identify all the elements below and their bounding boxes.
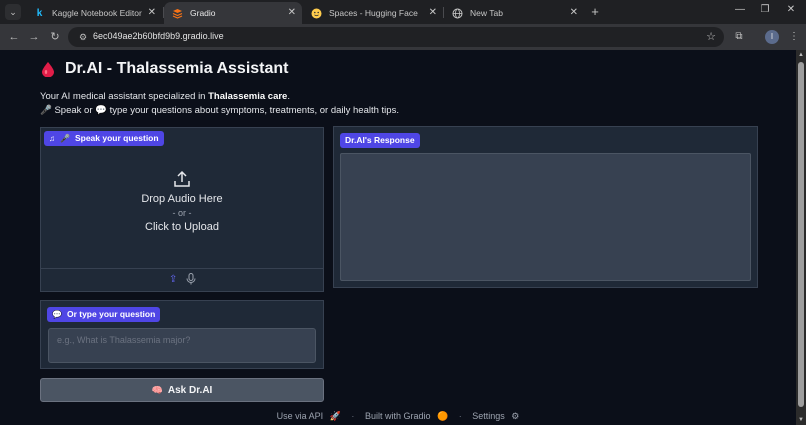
audio-source-bar: ⇪	[41, 268, 323, 292]
tab-kaggle[interactable]: k Kaggle Notebook Editor ✕	[26, 2, 162, 24]
blood-drop-icon	[42, 61, 54, 77]
browser-tab-bar: ⌄ k Kaggle Notebook Editor ✕ Gradio ✕ Sp…	[0, 0, 806, 24]
audio-input-panel: ♫ 🎤 Speak your question Drop Audio Here …	[40, 127, 324, 292]
use-via-api-link[interactable]: Use via API 🚀	[275, 411, 343, 421]
profile-avatar[interactable]: I	[765, 30, 779, 44]
description-bold: Thalassemia care	[208, 91, 288, 102]
app-title: Dr.AI - Thalassemia Assistant	[65, 60, 289, 77]
tab-title: Spaces - Hugging Face	[329, 8, 418, 18]
globe-icon	[452, 8, 463, 19]
page-title: Dr.AI - Thalassemia Assistant	[42, 60, 289, 78]
close-icon[interactable]: ✕	[288, 7, 296, 18]
forward-arrow-icon[interactable]: →	[26, 29, 42, 45]
speech-bubble-icon: 💬	[52, 310, 62, 319]
extensions-icon[interactable]: ⧉	[731, 29, 747, 45]
music-note-icon: ♫	[49, 134, 55, 143]
tab-title: New Tab	[470, 8, 503, 18]
gradio-icon	[172, 8, 183, 19]
description-line-2: 🎤 Speak or 💬 type your questions about s…	[40, 105, 399, 116]
gradio-page: Dr.AI - Thalassemia Assistant Your AI me…	[0, 50, 796, 425]
minimize-icon[interactable]: —	[732, 4, 748, 15]
scroll-down-arrow-icon[interactable]: ▼	[798, 417, 804, 423]
kaggle-k-icon: k	[36, 7, 43, 19]
click-to-upload-text: Click to Upload	[145, 221, 219, 233]
scroll-up-arrow-icon[interactable]: ▲	[798, 52, 804, 58]
drop-audio-text: Drop Audio Here	[141, 193, 223, 205]
question-input[interactable]	[48, 328, 316, 363]
text-input-label: 💬 Or type your question	[47, 307, 161, 322]
response-label: Dr.AI's Response	[340, 133, 420, 148]
tab-hugging-face[interactable]: Spaces - Hugging Face ✕	[303, 2, 443, 24]
brain-icon: 🧠	[151, 384, 163, 395]
built-with-gradio-link[interactable]: Built with Gradio 🟠	[363, 411, 450, 421]
close-icon[interactable]: ✕	[570, 7, 578, 18]
close-icon[interactable]: ✕	[148, 7, 156, 18]
tab-title: Kaggle Notebook Editor	[52, 8, 142, 18]
upload-source-icon[interactable]: ⇪	[169, 274, 177, 285]
or-text: - or -	[172, 208, 192, 218]
reload-icon[interactable]: ↻	[47, 29, 63, 45]
response-output[interactable]	[340, 153, 751, 281]
gradio-logo-icon: 🟠	[436, 411, 449, 421]
tab-gradio[interactable]: Gradio ✕	[164, 2, 302, 24]
rocket-icon: 🚀	[329, 411, 341, 421]
menu-kebab-icon[interactable]: ⋮	[786, 29, 802, 45]
back-arrow-icon[interactable]: ←	[6, 29, 22, 45]
restore-icon[interactable]: ❐	[757, 4, 773, 15]
text-input-panel: 💬 Or type your question	[40, 300, 324, 369]
settings-link[interactable]: Settings ⚙	[470, 411, 521, 421]
tab-search-icon[interactable]: ⌄	[5, 4, 21, 20]
microphone-icon: 🎤	[60, 134, 70, 143]
description-line-1: Your AI medical assistant specialized in…	[40, 91, 290, 102]
gear-icon: ⚙	[511, 411, 520, 421]
window-close-icon[interactable]: ✕	[783, 4, 799, 15]
response-panel: Dr.AI's Response	[333, 126, 758, 288]
close-icon[interactable]: ✕	[429, 7, 437, 18]
audio-drop-zone[interactable]: Drop Audio Here - or - Click to Upload	[41, 152, 323, 267]
url-text[interactable]: 6ec049ae2b60bfd9b9.gradio.live	[93, 31, 224, 41]
browser-toolbar: ← → ↻ ⚙ 6ec049ae2b60bfd9b9.gradio.live ☆…	[0, 24, 806, 50]
address-bar[interactable]: ⚙ 6ec049ae2b60bfd9b9.gradio.live ☆	[68, 27, 724, 47]
footer-separator: ·	[458, 411, 462, 421]
tab-title: Gradio	[190, 8, 216, 18]
upload-icon	[174, 170, 190, 187]
hugging-face-icon	[311, 8, 322, 19]
new-tab-plus-icon[interactable]: +	[588, 3, 602, 21]
bookmark-star-icon[interactable]: ☆	[706, 30, 716, 43]
audio-label: ♫ 🎤 Speak your question	[44, 131, 164, 146]
page-scrollbar[interactable]: ▲ ▼	[796, 50, 806, 425]
ask-button[interactable]: 🧠 Ask Dr.AI	[40, 378, 324, 402]
site-info-icon[interactable]: ⚙	[77, 31, 89, 43]
ask-button-label: Ask Dr.AI	[167, 384, 213, 396]
microphone-source-icon[interactable]	[186, 273, 196, 285]
tab-new-tab[interactable]: New Tab ✕	[444, 2, 584, 24]
scrollbar-thumb[interactable]	[798, 62, 804, 407]
gradio-footer: Use via API 🚀 · Built with Gradio 🟠 · Se…	[0, 411, 796, 422]
footer-separator: ·	[351, 411, 355, 421]
